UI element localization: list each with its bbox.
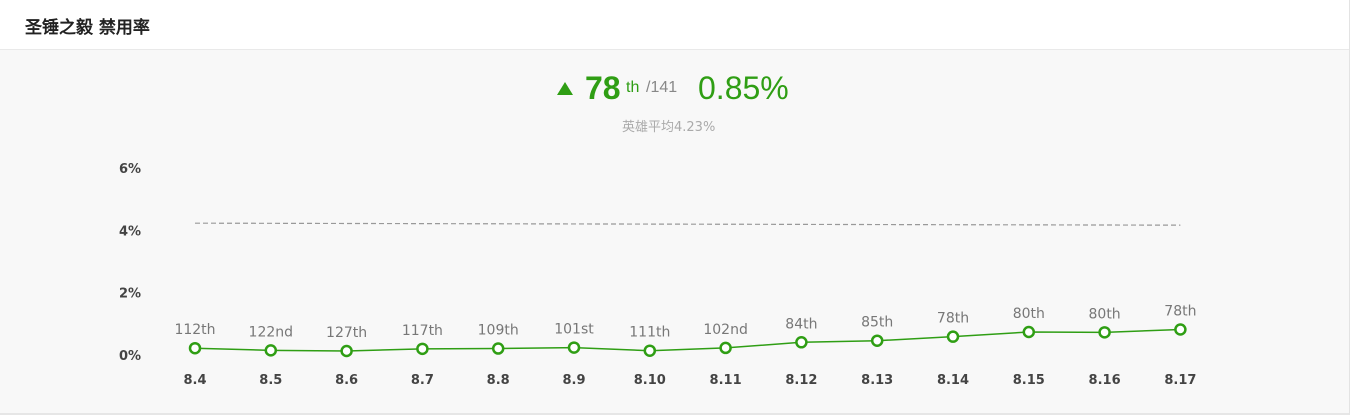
x-tick-label: 8.12 xyxy=(785,373,817,388)
point-rank-label: 80th xyxy=(1089,306,1121,322)
rank-suffix: th xyxy=(626,79,640,96)
data-point xyxy=(1022,325,1036,339)
data-point xyxy=(1174,323,1187,336)
panel-body: 78 th /141 0.85% 英雄平均4.23% 6% 4% 2% 0% 112th… xyxy=(0,50,1349,413)
y-tick-label: 2% xyxy=(119,287,141,302)
point-rank-label: 84th xyxy=(785,316,817,332)
x-tick-label: 8.10 xyxy=(634,373,666,388)
point-rank-label: 101st xyxy=(554,322,594,338)
panel-header: 圣锤之毅 禁用率 xyxy=(0,0,1349,50)
x-tick-label: 8.9 xyxy=(562,373,585,388)
trend-up-icon xyxy=(557,82,573,95)
data-point xyxy=(795,336,808,349)
data-point xyxy=(340,344,353,358)
point-rank-label: 109th xyxy=(478,323,519,339)
point-rank-label: 112th xyxy=(174,322,215,338)
x-tick-label: 8.6 xyxy=(335,373,358,388)
data-point xyxy=(946,330,960,343)
x-tick-label: 8.16 xyxy=(1089,373,1121,388)
ban-rate-line-chart: 6% 4% 2% 0% 112th 122nd 127th 117th 109th 101st 11… xyxy=(119,162,1197,388)
data-point xyxy=(870,334,884,347)
x-tick-label: 8.8 xyxy=(487,373,510,388)
rank-total: /141 xyxy=(646,79,678,96)
point-rank-label: 102nd xyxy=(703,322,747,338)
point-rank-label: 78th xyxy=(1164,304,1196,320)
point-rank-label: 85th xyxy=(861,315,893,331)
x-tick-label: 8.4 xyxy=(183,373,206,388)
y-tick-label: 4% xyxy=(119,224,141,239)
x-tick-label: 8.15 xyxy=(1013,373,1045,388)
data-point xyxy=(264,344,278,357)
average-reference-line xyxy=(194,222,1181,226)
data-point xyxy=(491,342,505,355)
point-rank-label: 127th xyxy=(326,325,367,341)
point-rank-label: 111th xyxy=(629,325,670,341)
point-rank-label: 122nd xyxy=(249,324,293,340)
data-point xyxy=(188,341,202,355)
point-rank-label: 80th xyxy=(1013,306,1045,322)
data-point xyxy=(416,342,429,356)
y-tick-label: 0% xyxy=(119,349,141,364)
x-tick-label: 8.11 xyxy=(710,373,742,388)
x-tick-label: 8.7 xyxy=(411,373,434,388)
x-tick-label: 8.17 xyxy=(1164,373,1196,388)
ban-rate-panel: 圣锤之毅 禁用率 78 th /141 0.85% 英雄平均4.23% 6% 4%… xyxy=(0,0,1350,415)
data-point xyxy=(719,341,732,355)
point-rank-label: 78th xyxy=(937,311,969,327)
point-rank-label: 117th xyxy=(402,323,443,339)
y-tick-label: 6% xyxy=(119,162,141,177)
x-tick-label: 8.5 xyxy=(259,373,282,388)
x-tick-label: 8.14 xyxy=(937,373,969,388)
data-point xyxy=(643,344,657,357)
data-point xyxy=(567,341,581,354)
x-tick-label: 8.13 xyxy=(861,373,893,388)
panel-title: 圣锤之毅 禁用率 xyxy=(25,18,150,38)
data-point xyxy=(1098,326,1111,339)
